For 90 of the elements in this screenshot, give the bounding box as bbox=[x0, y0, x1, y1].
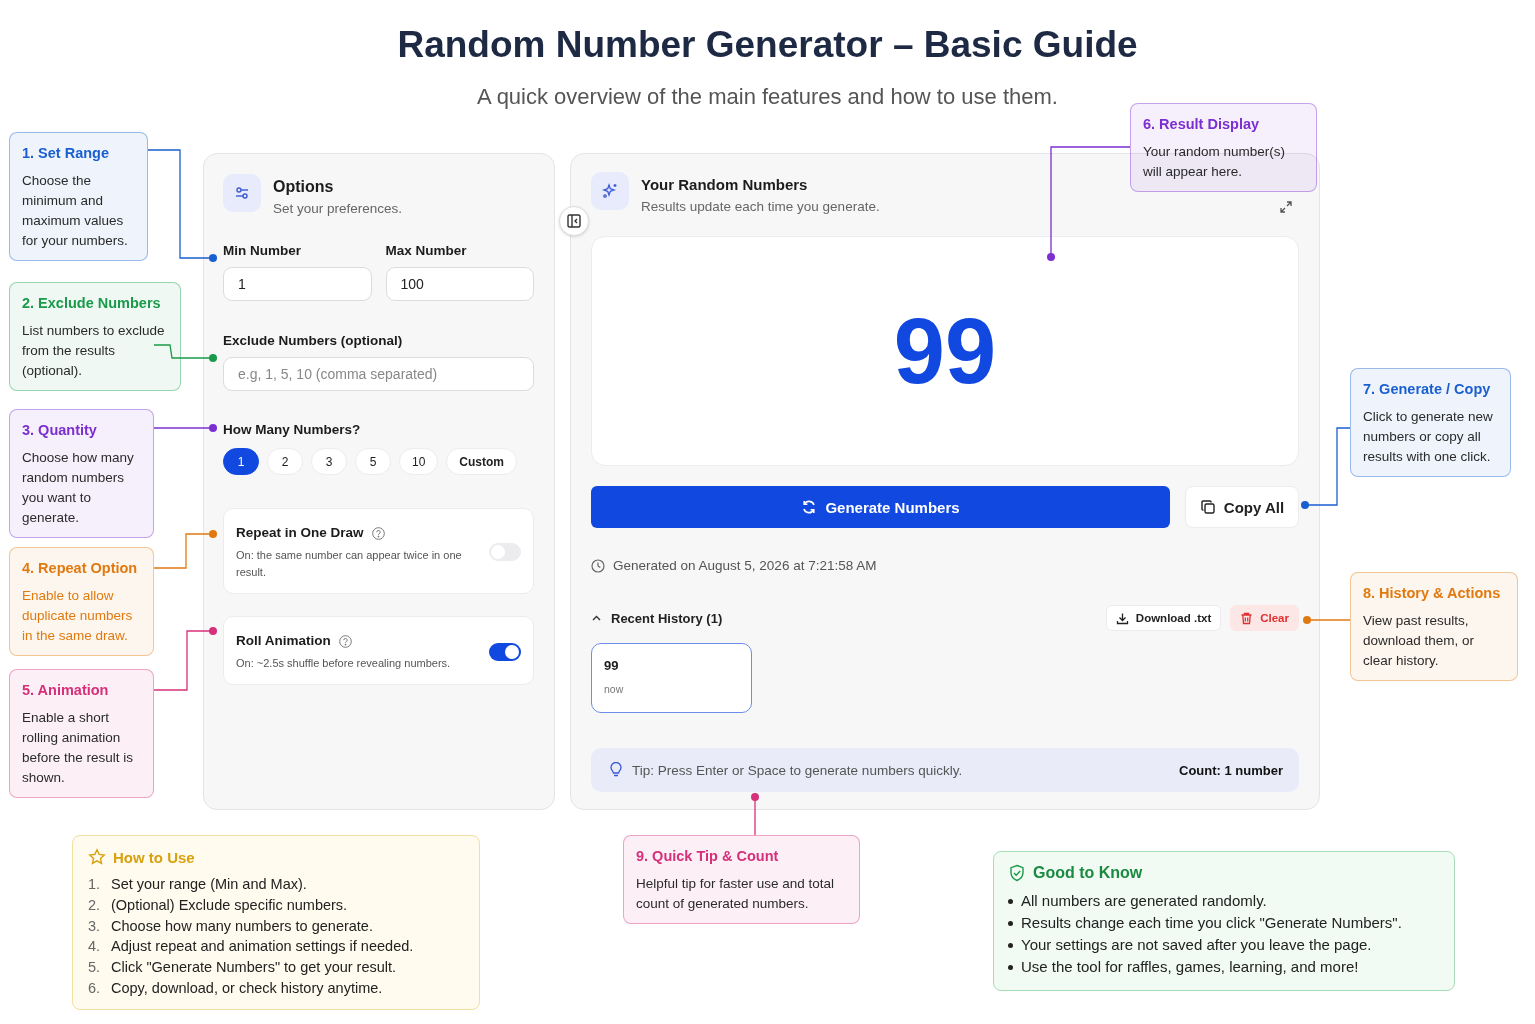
field-label: How Many Numbers? bbox=[223, 421, 362, 439]
exclude-numbers-field[interactable]: e.g, 1, 5, 10 (comma separated) bbox=[223, 357, 534, 391]
generate-button[interactable]: Generate Numbers bbox=[591, 486, 1170, 528]
quantity-chip[interactable]: 1 bbox=[223, 448, 259, 475]
panel-title: Your Random Numbers bbox=[641, 175, 809, 195]
callout-title: 4. Repeat Option bbox=[22, 559, 139, 578]
callout-title: 1. Set Range bbox=[22, 144, 111, 163]
callout-title: 6. Result Display bbox=[1143, 115, 1261, 134]
result-number: 99 bbox=[893, 305, 997, 397]
callout-text: Choose how many random numbers you want to generate. bbox=[22, 449, 135, 527]
callout-text: Helpful tip for faster use and total count of generated numbers. bbox=[636, 875, 836, 913]
callout-text: Enable to allow duplicate numbers in the same draw. bbox=[22, 587, 134, 645]
page-subtitle: A quick overview of the main features and how to use them. bbox=[476, 83, 1059, 111]
sliders-icon bbox=[223, 174, 261, 212]
card-title: How to Use bbox=[113, 848, 195, 866]
copy-icon bbox=[1199, 499, 1216, 515]
panel-subtitle: Set your preferences. bbox=[273, 200, 403, 218]
help-icon[interactable] bbox=[371, 526, 385, 540]
step-number: 1. bbox=[88, 875, 102, 894]
clock-icon bbox=[591, 558, 605, 573]
setting-description: On: the same number can appear twice in one result. bbox=[236, 548, 463, 580]
trash-icon bbox=[1240, 611, 1254, 625]
panel-title: Options bbox=[273, 177, 335, 197]
bullet-icon bbox=[1008, 898, 1013, 904]
quantity-chip[interactable]: 10 bbox=[399, 448, 439, 475]
history-time: now bbox=[604, 683, 625, 695]
step-number: 6. bbox=[88, 979, 102, 998]
bullet-icon bbox=[1008, 920, 1013, 926]
bullet-text: Use the tool for raffles, games, learning, and more! bbox=[1021, 957, 1359, 977]
generated-timestamp: Generated on August 5, 2026 at 7:21:58 AM bbox=[613, 558, 877, 573]
step-text: Click "Generate Numbers" to get your result. bbox=[111, 958, 397, 978]
step-number: 2. bbox=[88, 895, 102, 915]
field-label: Max Number bbox=[385, 242, 468, 260]
field-label: Min Number bbox=[223, 242, 302, 260]
callout-text: Click to generate new numbers or copy all results with one click. bbox=[1363, 408, 1494, 466]
bullet-text: Results change each time you click "Generate Numbers". bbox=[1021, 913, 1402, 933]
step-text: Adjust repeat and animation settings if needed. bbox=[111, 937, 414, 957]
clear-button[interactable]: Clear bbox=[1230, 605, 1299, 631]
toggle-switch[interactable] bbox=[489, 642, 521, 661]
quantity-chip[interactable]: 2 bbox=[267, 448, 303, 475]
callout-title: 7. Generate / Copy bbox=[1363, 380, 1492, 399]
download-button[interactable]: Download .txt bbox=[1105, 605, 1222, 631]
callout-text: Enable a short rolling animation before the result is shown. bbox=[22, 709, 135, 787]
tip-text: Tip: Press Enter or Space to generate numbers quickly. bbox=[632, 762, 964, 778]
callout-title: 2. Exclude Numbers bbox=[22, 294, 162, 313]
step-number: 3. bbox=[88, 916, 102, 936]
collapse-panel-icon[interactable] bbox=[559, 206, 589, 236]
step-text: (Optional) Exclude specific numbers. bbox=[111, 895, 348, 915]
setting-title: Roll Animation bbox=[236, 632, 331, 650]
setting-title: Repeat in One Draw bbox=[236, 524, 364, 542]
step-number: 5. bbox=[88, 958, 102, 978]
callout-title: 5. Animation bbox=[22, 681, 110, 700]
expand-icon[interactable] bbox=[1279, 200, 1293, 214]
refresh-icon bbox=[801, 499, 818, 515]
help-icon[interactable] bbox=[338, 634, 352, 648]
step-text: Choose how many numbers to generate. bbox=[111, 916, 373, 936]
bullet-text: All numbers are generated randomly. bbox=[1021, 891, 1267, 911]
download-icon bbox=[1115, 611, 1129, 625]
page-title: Random Number Generator – Basic Guide bbox=[396, 23, 1139, 67]
step-number: 4. bbox=[88, 937, 102, 957]
count-text: Count: 1 number bbox=[1179, 762, 1283, 778]
history-item[interactable]: 99 now bbox=[591, 643, 752, 713]
callout-text: View past results, download them, or clear history. bbox=[1363, 612, 1476, 670]
field-label: Exclude Numbers (optional) bbox=[223, 332, 404, 350]
callout-title: 9. Quick Tip & Count bbox=[636, 847, 780, 866]
step-text: Set your range (Min and Max). bbox=[111, 875, 307, 894]
callout-text: Choose the minimum and maximum values for your numbers. bbox=[22, 172, 129, 250]
panel-subtitle: Results update each time you generate. bbox=[641, 198, 880, 216]
lightbulb-icon bbox=[609, 762, 623, 778]
shield-check-icon bbox=[1008, 864, 1026, 882]
step-text: Copy, download, or check history anytime. bbox=[111, 979, 383, 998]
bullet-icon bbox=[1008, 942, 1013, 948]
callout-text: List numbers to exclude from the results (optional). bbox=[22, 322, 166, 380]
history-toggle[interactable]: Recent History (1) bbox=[591, 610, 723, 626]
bullet-text: Your settings are not saved after you leave the page. bbox=[1021, 935, 1372, 955]
quantity-chip[interactable]: 3 bbox=[311, 448, 347, 475]
quantity-chip[interactable]: Custom bbox=[446, 448, 518, 475]
callout-title: 8. History & Actions bbox=[1363, 584, 1502, 603]
quantity-chip[interactable]: 5 bbox=[355, 448, 391, 475]
copy-all-button[interactable]: Copy All bbox=[1185, 486, 1299, 528]
setting-description: On: ~2.5s shuffle before revealing numbers. bbox=[236, 656, 452, 671]
card-title: Good to Know bbox=[1033, 864, 1143, 882]
star-icon bbox=[88, 848, 106, 866]
callout-text: Your random number(s) will appear here. bbox=[1143, 143, 1287, 181]
min-number-field[interactable]: 1 bbox=[223, 267, 372, 301]
callout-title: 3. Quantity bbox=[22, 421, 98, 440]
sparkle-icon bbox=[591, 172, 629, 210]
bullet-icon bbox=[1008, 964, 1013, 970]
max-number-field[interactable]: 100 bbox=[385, 267, 534, 301]
history-value: 99 bbox=[604, 658, 620, 673]
